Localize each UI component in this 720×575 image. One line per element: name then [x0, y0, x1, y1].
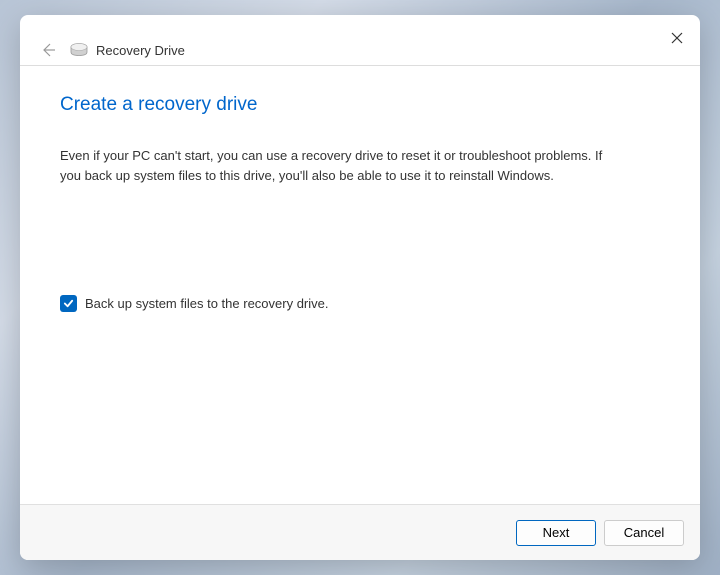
next-button[interactable]: Next: [516, 520, 596, 546]
page-heading: Create a recovery drive: [60, 94, 660, 116]
footer: Next Cancel: [20, 504, 700, 560]
backup-checkbox[interactable]: [60, 295, 77, 312]
content-area: Create a recovery drive Even if your PC …: [20, 66, 700, 504]
back-arrow-icon: [40, 42, 56, 58]
titlebar: Recovery Drive: [20, 15, 700, 65]
backup-checkbox-row: Back up system files to the recovery dri…: [60, 295, 660, 312]
recovery-drive-window: Recovery Drive Create a recovery drive E…: [20, 15, 700, 560]
back-button[interactable]: [36, 38, 60, 62]
checkmark-icon: [63, 298, 74, 309]
drive-icon: [70, 43, 88, 57]
cancel-button[interactable]: Cancel: [604, 520, 684, 546]
page-description: Even if your PC can't start, you can use…: [60, 146, 620, 185]
window-title: Recovery Drive: [96, 43, 185, 58]
backup-checkbox-label: Back up system files to the recovery dri…: [85, 296, 328, 311]
